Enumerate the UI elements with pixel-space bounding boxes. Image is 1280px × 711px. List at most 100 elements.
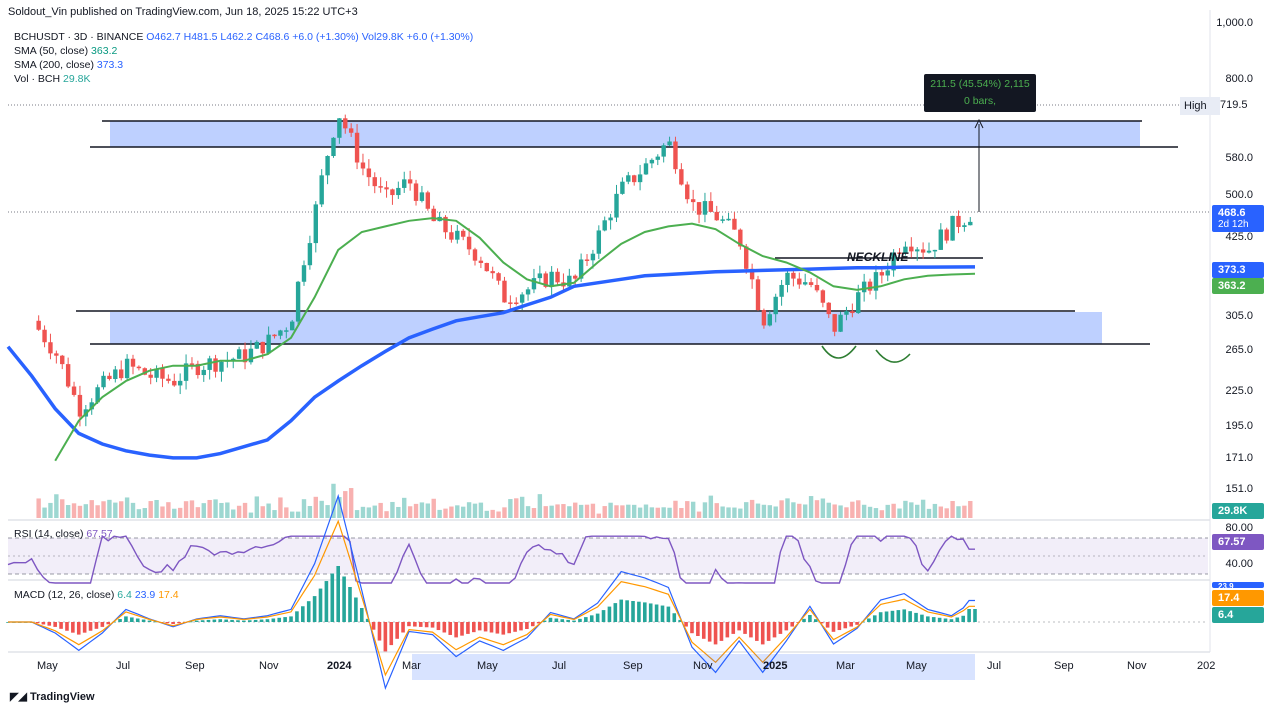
candle-body[interactable] <box>77 394 83 417</box>
candle-body[interactable] <box>649 159 655 164</box>
candle-body[interactable] <box>673 141 678 170</box>
candle-body[interactable] <box>449 232 454 240</box>
candle-body[interactable] <box>236 349 242 359</box>
candle-body[interactable] <box>861 281 867 293</box>
candle-body[interactable] <box>820 290 826 303</box>
candle-body[interactable] <box>419 192 425 201</box>
candle-body[interactable] <box>514 302 519 305</box>
candle-body[interactable] <box>602 220 607 231</box>
candle-body[interactable] <box>637 174 643 183</box>
candle-body[interactable] <box>390 189 395 196</box>
candle-body[interactable] <box>573 275 578 279</box>
candle-body[interactable] <box>690 199 696 203</box>
candle-body[interactable] <box>785 272 790 285</box>
candle-body[interactable] <box>172 380 177 386</box>
candle-body[interactable] <box>331 137 336 157</box>
candle-body[interactable] <box>714 211 719 221</box>
candle-body[interactable] <box>254 341 260 349</box>
candle-body[interactable] <box>54 353 59 356</box>
candle-body[interactable] <box>396 187 401 196</box>
candle-body[interactable] <box>301 265 307 282</box>
candle-body[interactable] <box>372 177 377 187</box>
candle-body[interactable] <box>307 243 313 266</box>
candle-body[interactable] <box>219 361 224 372</box>
candle-body[interactable] <box>909 246 914 252</box>
candle-body[interactable] <box>460 230 466 237</box>
candle-body[interactable] <box>124 358 130 379</box>
candle-body[interactable] <box>48 342 53 354</box>
sma200-line[interactable] <box>6 265 976 460</box>
candle-body[interactable] <box>702 201 708 215</box>
candle-body[interactable] <box>962 225 967 227</box>
candle-body[interactable] <box>631 175 637 183</box>
candle-body[interactable] <box>290 321 295 331</box>
candle-body[interactable] <box>348 128 354 133</box>
candle-body[interactable] <box>932 249 938 252</box>
candle-body[interactable] <box>519 294 525 303</box>
candle-body[interactable] <box>802 282 808 285</box>
candle-body[interactable] <box>148 374 153 378</box>
candle-body[interactable] <box>838 314 843 332</box>
candle-body[interactable] <box>696 202 702 215</box>
candle-body[interactable] <box>313 204 318 244</box>
candle-body[interactable] <box>643 163 649 175</box>
candle-body[interactable] <box>36 320 41 330</box>
candle-body[interactable] <box>626 175 631 182</box>
candle-body[interactable] <box>667 141 672 146</box>
candle-body[interactable] <box>366 168 372 178</box>
candle-body[interactable] <box>455 230 460 240</box>
candle-body[interactable] <box>378 186 383 188</box>
candle-body[interactable] <box>425 192 431 209</box>
candle-body[interactable] <box>767 314 773 326</box>
candle-body[interactable] <box>107 375 112 379</box>
candle-body[interactable] <box>189 363 195 365</box>
candle-body[interactable] <box>850 311 855 314</box>
candle-body[interactable] <box>177 380 183 386</box>
candle-body[interactable] <box>413 183 419 201</box>
candle-body[interactable] <box>136 366 142 369</box>
candle-body[interactable] <box>502 280 507 303</box>
candle-body[interactable] <box>596 230 602 254</box>
candle-body[interactable] <box>71 386 77 395</box>
candle-body[interactable] <box>879 272 885 276</box>
candle-body[interactable] <box>113 369 118 379</box>
candle-body[interactable] <box>732 218 737 230</box>
candle-body[interactable] <box>201 369 206 376</box>
candle-body[interactable] <box>337 118 342 138</box>
candle-body[interactable] <box>761 310 767 326</box>
candle-body[interactable] <box>867 281 873 291</box>
resistance-zone[interactable] <box>110 121 1140 147</box>
candle-body[interactable] <box>920 249 926 253</box>
candle-body[interactable] <box>284 330 289 332</box>
candle-body[interactable] <box>726 218 731 221</box>
candle-body[interactable] <box>402 179 407 188</box>
candle-body[interactable] <box>814 284 820 291</box>
candle-body[interactable] <box>60 355 65 365</box>
candle-body[interactable] <box>590 253 596 261</box>
candle-body[interactable] <box>779 284 784 297</box>
candle-body[interactable] <box>885 270 890 276</box>
candle-body[interactable] <box>466 236 472 250</box>
candle-body[interactable] <box>661 145 666 157</box>
candle-body[interactable] <box>915 249 920 252</box>
candle-body[interactable] <box>496 273 501 281</box>
candle-body[interactable] <box>844 311 849 315</box>
candle-body[interactable] <box>797 278 802 285</box>
candle-body[interactable] <box>968 221 973 226</box>
candle-body[interactable] <box>567 275 572 287</box>
candle-body[interactable] <box>478 260 484 263</box>
candle-body[interactable] <box>354 132 360 163</box>
candle-body[interactable] <box>490 271 495 274</box>
candle-body[interactable] <box>956 215 961 227</box>
candle-body[interactable] <box>42 329 47 343</box>
candle-body[interactable] <box>130 358 136 367</box>
candle-body[interactable] <box>325 156 330 176</box>
candle-body[interactable] <box>555 271 560 283</box>
candle-body[interactable] <box>773 296 778 315</box>
candle-body[interactable] <box>525 289 531 295</box>
candle-body[interactable] <box>65 364 71 387</box>
candle-body[interactable] <box>295 281 301 322</box>
candle-body[interactable] <box>655 156 660 160</box>
support-zone[interactable] <box>110 312 1102 344</box>
candle-body[interactable] <box>549 271 554 287</box>
